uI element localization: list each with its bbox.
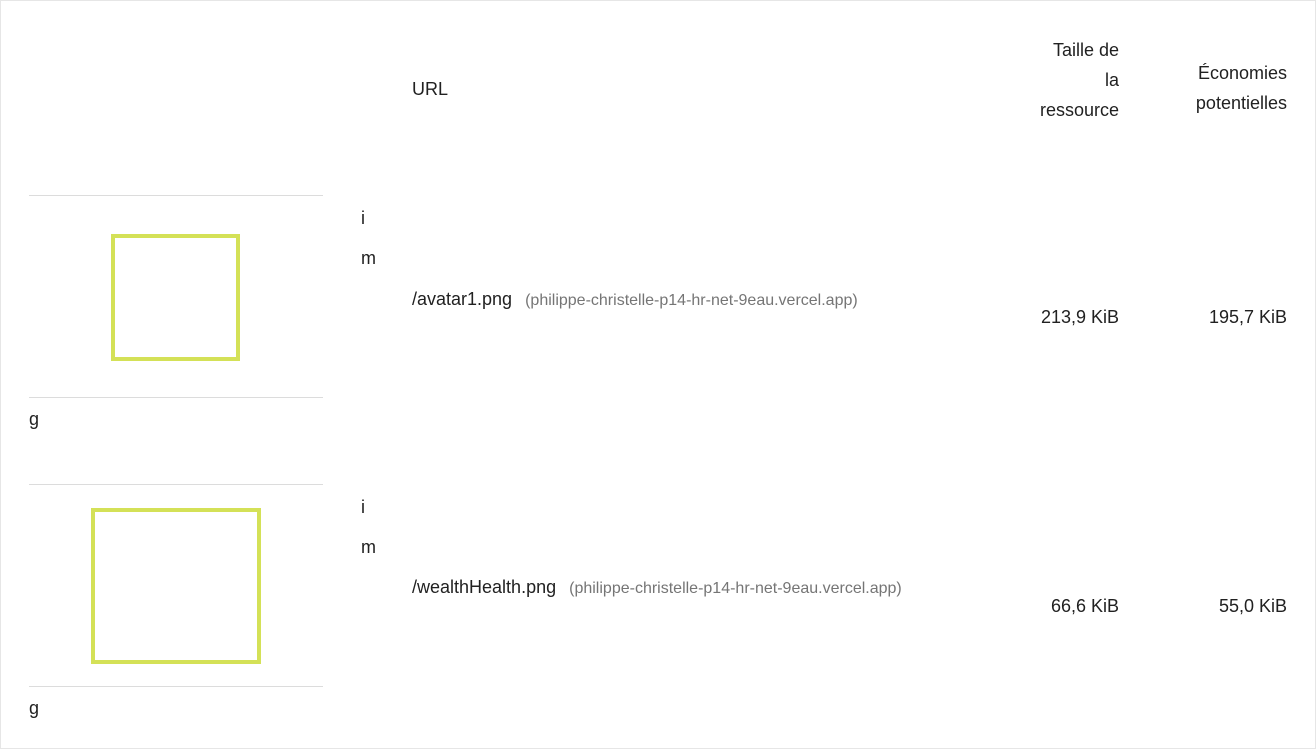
image-placeholder-icon: [111, 234, 240, 361]
header-resource-size: Taille de la ressource: [1001, 35, 1119, 125]
resource-url[interactable]: /wealthHealth.png (philippe-christelle-p…: [412, 566, 932, 610]
resource-host: (philippe-christelle-p14-hr-net-9eau.ver…: [569, 580, 902, 597]
resource-host: (philippe-christelle-p14-hr-net-9eau.ver…: [525, 292, 858, 309]
type-letter: i: [361, 208, 365, 228]
resource-url[interactable]: /avatar1.png (philippe-christelle-p14-hr…: [412, 278, 932, 322]
resource-thumbnail: [29, 195, 323, 398]
resource-table: URL Taille de la ressource Économies pot…: [0, 0, 1316, 749]
potential-savings: 55,0 KiB: [1218, 596, 1287, 616]
type-letter: g: [29, 698, 40, 718]
type-letter: i: [361, 497, 365, 517]
header-resource-size-line3: ressource: [1039, 100, 1119, 120]
resource-size: 213,9 KiB: [1040, 307, 1119, 327]
type-letter: m: [361, 248, 376, 268]
potential-savings: 195,7 KiB: [1208, 307, 1287, 327]
resource-thumbnail: [29, 484, 323, 687]
header-potential-savings: Économies potentielles: [1141, 58, 1287, 118]
header-url: URL: [412, 79, 449, 99]
header-potential-savings-line1: Économies: [1197, 63, 1287, 83]
type-letter: g: [29, 409, 40, 429]
image-placeholder-icon: [91, 508, 261, 664]
type-letter: m: [361, 537, 376, 557]
resource-size: 66,6 KiB: [1050, 596, 1119, 616]
header-potential-savings-line2: potentielles: [1195, 93, 1287, 113]
resource-path[interactable]: /avatar1.png: [412, 289, 512, 309]
header-resource-size-line1: Taille de: [1052, 40, 1119, 60]
header-resource-size-line2: la: [1104, 70, 1119, 90]
resource-path[interactable]: /wealthHealth.png: [412, 577, 556, 597]
